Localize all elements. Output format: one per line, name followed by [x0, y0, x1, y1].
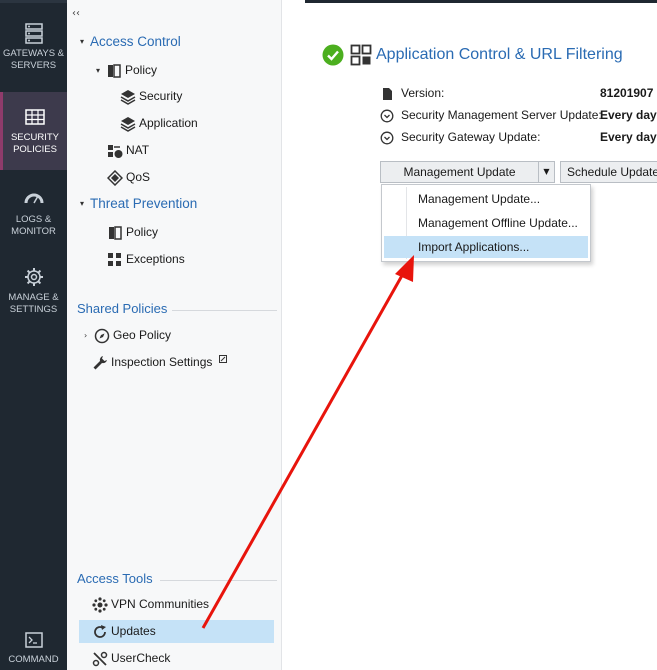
dropdown-arrow-button[interactable]: ▼ [538, 162, 554, 182]
update-dropdown-menu: Management Update... Management Offline … [381, 184, 591, 262]
expand-arrow-icon[interactable]: › [84, 326, 94, 346]
tree-exceptions[interactable]: Exceptions [107, 249, 185, 269]
rail-item-security-policies[interactable]: SECURITY POLICIES [0, 92, 67, 170]
exceptions-icon [108, 252, 121, 266]
tree-label: Application [139, 116, 198, 130]
usercheck-icon [92, 651, 108, 667]
page-title-text: Application Control & URL Filtering [376, 46, 623, 63]
rail-label: LOGS & MONITOR [11, 214, 56, 237]
tree-updates[interactable]: Updates [79, 620, 274, 643]
policy-book-icon [108, 64, 121, 78]
expand-arrow-icon[interactable]: ▾ [80, 32, 90, 52]
section-divider [172, 310, 277, 311]
expand-arrow-icon[interactable]: ▾ [80, 194, 90, 214]
tree-label: Threat Prevention [90, 196, 198, 211]
menu-item-management-update[interactable]: Management Update... [384, 188, 588, 210]
top-bar-strip [305, 0, 657, 3]
tree-label: Security [139, 89, 183, 103]
application-control-icon [350, 44, 372, 66]
tree-label: Updates [111, 624, 156, 638]
rail-item-manage-settings[interactable]: MANAGE & SETTINGS [0, 266, 67, 346]
tree-label: Access Control [90, 34, 181, 49]
menu-item-import-applications[interactable]: Import Applications... [384, 236, 588, 258]
rail-label: GATEWAYS & SERVERS [2, 48, 65, 71]
rail-label: SECURITY POLICIES [10, 132, 60, 155]
tree-usercheck[interactable]: UserCheck [92, 648, 170, 668]
gateways-icon [24, 23, 43, 44]
menu-item-management-offline-update[interactable]: Management Offline Update... [384, 212, 588, 234]
tree-access-control[interactable]: ▾ Access Control [80, 32, 181, 52]
left-navigation-rail: GATEWAYS & SERVERS SECURITY POLICIES LOG… [0, 0, 67, 670]
tree-label: NAT [126, 143, 150, 157]
tree-label: VPN Communities [111, 597, 210, 611]
info-label: Version: [401, 86, 445, 100]
tree-label: Exceptions [126, 252, 185, 266]
policy-book-icon [109, 226, 122, 240]
tree-vpn-communities[interactable]: VPN Communities [92, 594, 209, 614]
manage-settings-icon [24, 268, 43, 286]
tree-threat-policy[interactable]: Policy [107, 222, 158, 242]
qos-icon [107, 169, 123, 186]
clock-icon [380, 109, 394, 123]
tree-access-policy[interactable]: ▾ Policy [96, 60, 157, 80]
tree-label: Inspection Settings [111, 355, 213, 369]
external-link-icon [218, 355, 227, 363]
collapse-panel-button[interactable]: ‹‹ [72, 8, 80, 19]
nat-icon [108, 144, 123, 158]
page-title: Application Control & URL Filtering [322, 42, 623, 68]
management-update-split-button: Management Update ▼ [380, 161, 555, 183]
info-version: Version: [380, 84, 444, 102]
section-shared-policies: Shared Policies [77, 301, 168, 316]
tree-label: QoS [126, 170, 151, 184]
tree-qos[interactable]: QoS [107, 167, 150, 187]
rail-label: COMMAND [8, 654, 59, 665]
mgmt-update-value: Every day [600, 108, 657, 122]
info-gateway-update: Security Gateway Update: [380, 128, 540, 146]
tree-nat[interactable]: NAT [107, 140, 149, 160]
info-label: Security Management Server Update: [401, 108, 602, 122]
tree-geo-policy[interactable]: › Geo Policy [84, 325, 171, 345]
chevron-down-icon: ▼ [543, 167, 550, 176]
schedule-update-button[interactable]: Schedule Update [560, 161, 657, 183]
gateway-update-value: Every day [600, 130, 657, 144]
layers-icon [120, 89, 136, 105]
tree-label: Geo Policy [113, 328, 172, 342]
management-update-button[interactable]: Management Update [381, 162, 538, 182]
rail-item-command-line[interactable]: COMMAND [0, 630, 67, 670]
tree-label: Policy [126, 225, 159, 239]
version-value: 81201907 [600, 86, 654, 100]
status-check-icon [322, 44, 344, 66]
info-mgmt-update: Security Management Server Update: [380, 106, 602, 124]
tree-threat-prevention[interactable]: ▾ Threat Prevention [80, 194, 197, 214]
tree-security[interactable]: Security [120, 86, 182, 106]
section-divider [160, 580, 277, 581]
file-icon [383, 87, 392, 100]
vpn-communities-icon [92, 597, 108, 613]
security-policies-icon [25, 109, 45, 125]
rail-top-strip [0, 0, 67, 3]
section-access-tools: Access Tools [77, 571, 153, 586]
rail-item-logs-monitor[interactable]: LOGS & MONITOR [0, 188, 67, 268]
tree-label: Policy [125, 63, 158, 77]
refresh-icon [94, 624, 106, 638]
command-line-icon [24, 632, 43, 648]
expand-arrow-icon[interactable]: ▾ [96, 61, 106, 81]
tree-inspection-settings[interactable]: Inspection Settings [92, 352, 227, 372]
rail-label: MANAGE & SETTINGS [8, 292, 59, 315]
info-label: Security Gateway Update: [401, 130, 541, 144]
logs-monitor-icon [24, 193, 43, 204]
tree-application[interactable]: Application [120, 113, 198, 133]
clock-icon [380, 131, 394, 145]
tree-label: UserCheck [111, 651, 171, 665]
wrench-icon [93, 355, 107, 370]
layers-icon [120, 116, 136, 132]
rail-item-gateways-servers[interactable]: GATEWAYS & SERVERS [0, 22, 67, 102]
compass-icon [94, 328, 110, 344]
